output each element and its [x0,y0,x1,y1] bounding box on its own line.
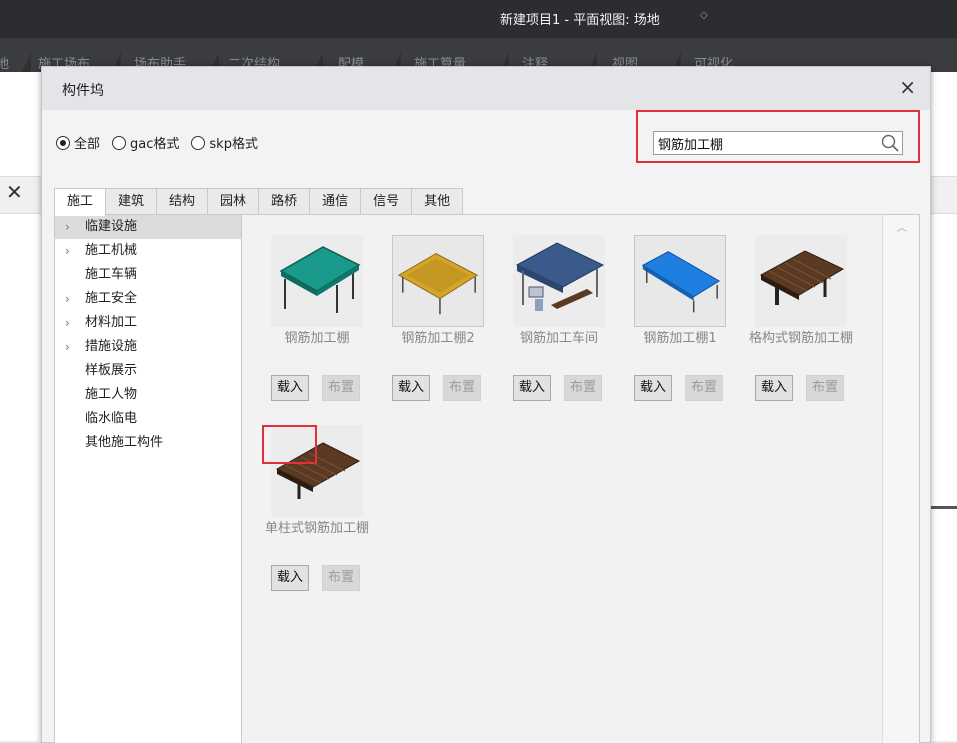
filter-gac-radio[interactable]: gac格式 [112,133,179,152]
tree-item-measures[interactable]: › 措施设施 [55,335,241,359]
place-button[interactable]: 布置 [443,375,481,401]
dialog-header: 构件坞 × [42,67,930,110]
tree-item-safety[interactable]: › 施工安全 [55,287,241,311]
search-box [653,131,903,155]
tab-landscape[interactable]: 园林 [207,188,260,215]
component-name: 钢筋加工车间 [519,331,598,346]
radio-checked-icon [56,135,70,150]
chevron-right-icon: › [65,316,70,330]
component-name: 钢筋加工棚2 [401,331,475,346]
format-filter: 全部 gac格式 skp格式 [56,133,262,152]
tab-signal[interactable]: 信号 [360,188,413,215]
component-dock-dialog: 构件坞 × 全部 gac格式 skp格式 施工 建筑 结构 园林 路桥 通信 信… [41,66,931,743]
tree-item-people[interactable]: 施工人物 [55,383,241,407]
tree-item-material-processing[interactable]: › 材料加工 [55,311,241,335]
chevron-right-icon: › [65,244,70,258]
category-tree: › 临建设施 › 施工机械 施工车辆 › 施工安全 › 材料加工 › 措施设施 [55,215,242,743]
component-name: 格构式钢筋加工棚 [748,331,853,346]
vertical-scrollbar[interactable]: ︿ [882,215,919,743]
shed-thumbnail[interactable] [634,235,726,327]
workspace-divider [930,506,957,509]
close-icon[interactable]: ✕ [6,180,23,204]
radio-unchecked-icon [112,135,127,150]
shed-thumbnail[interactable] [392,235,484,327]
place-button[interactable]: 布置 [322,375,360,401]
component-name: 钢筋加工棚1 [643,331,717,346]
dialog-title: 构件坞 [62,83,104,99]
filter-skp-radio[interactable]: skp格式 [191,133,258,152]
component-name: 钢筋加工棚 [284,331,350,346]
place-button[interactable]: 布置 [322,565,360,591]
tab-road-bridge[interactable]: 路桥 [258,188,311,215]
search-icon[interactable] [880,133,900,153]
workshop-thumbnail[interactable] [513,235,605,327]
app-titlebar: 新建项目1 - 平面视图: 场地 ◇ [0,0,957,38]
tab-communication[interactable]: 通信 [309,188,362,215]
search-input[interactable] [654,132,878,154]
load-button[interactable]: 载入 [634,375,672,401]
shed-thumbnail[interactable] [755,235,847,327]
radio-unchecked-icon [191,135,206,150]
place-button[interactable]: 布置 [806,375,844,401]
app-title: 新建项目1 - 平面视图: 场地 [500,13,660,28]
chevron-right-icon: › [65,220,70,234]
tree-item-other-components[interactable]: 其他施工构件 [55,431,241,455]
tab-other[interactable]: 其他 [411,188,464,215]
load-button[interactable]: 载入 [513,375,551,401]
ribbon-tab-partial[interactable]: 地 [0,53,9,72]
tree-item-machinery[interactable]: › 施工机械 [55,239,241,263]
place-button[interactable]: 布置 [685,375,723,401]
component-name: 单柱式钢筋加工棚 [264,521,369,536]
shed-thumbnail[interactable] [271,235,363,327]
tree-item-vehicles[interactable]: 施工车辆 [55,263,241,287]
load-button[interactable]: 载入 [755,375,793,401]
chevron-right-icon: › [65,292,70,306]
tree-item-samples[interactable]: 样板展示 [55,359,241,383]
close-icon[interactable]: × [899,76,916,98]
chevron-up-icon[interactable]: ︿ [897,219,907,234]
place-button[interactable]: 布置 [564,375,602,401]
load-button[interactable]: 载入 [271,375,309,401]
tree-item-water-electric[interactable]: 临水临电 [55,407,241,431]
category-tabs: 施工 建筑 结构 园林 路桥 通信 信号 其他 [54,188,464,216]
load-button-highlight-box [262,425,317,464]
tab-panel: › 临建设施 › 施工机械 施工车辆 › 施工安全 › 材料加工 › 措施设施 [54,214,920,743]
filter-all-radio[interactable]: 全部 [56,133,100,152]
tree-item-temporary-facilities[interactable]: › 临建设施 [55,215,241,239]
component-grid: 钢筋加工棚 载入 布置 钢筋加工棚2 载入 布置 钢筋加工车间 载入 布置 钢筋… [242,215,882,743]
tab-structure[interactable]: 结构 [156,188,209,215]
tab-construction[interactable]: 施工 [54,188,107,216]
chevron-right-icon: › [65,340,70,354]
chevron-down-icon[interactable]: ◇ [700,10,708,21]
load-button[interactable]: 载入 [392,375,430,401]
tab-building[interactable]: 建筑 [105,188,158,215]
load-button[interactable]: 载入 [271,565,309,591]
